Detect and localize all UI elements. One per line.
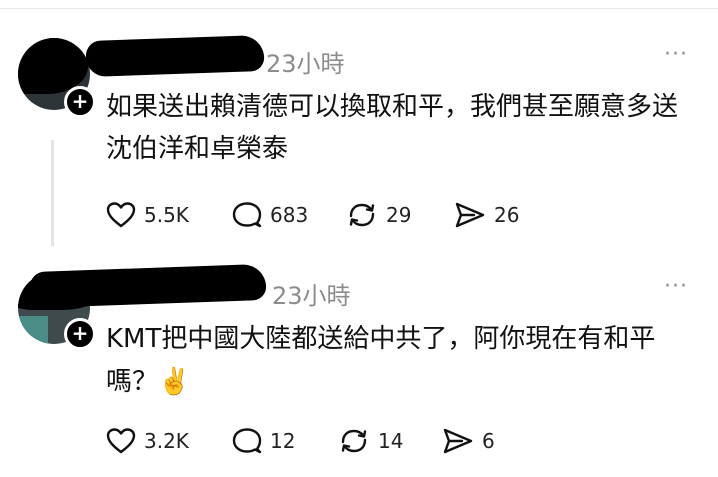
post-body-line: 嗎？✌️	[106, 367, 191, 397]
share-count: 26	[494, 203, 520, 227]
post-body-line: KMT把中國大陸都送給中共了，阿你現在有和平	[106, 324, 656, 354]
post-actions: 3.2K 12 14 6	[106, 426, 546, 456]
more-options-icon[interactable]: ···	[664, 274, 688, 299]
repost-button[interactable]: 29	[346, 200, 411, 230]
post-body-line: 沈伯洋和卓榮泰	[106, 134, 289, 164]
reply-button[interactable]: 683	[232, 200, 308, 230]
reply-count: 12	[270, 429, 296, 453]
reply-button[interactable]: 12	[232, 426, 295, 456]
heart-icon	[106, 202, 136, 228]
post-actions: 5.5K 683 29 26	[106, 200, 546, 230]
repost-button[interactable]: 14	[338, 426, 403, 456]
repost-count: 14	[378, 429, 404, 453]
reply-count: 683	[270, 203, 309, 227]
post-timestamp: 23小時	[272, 282, 351, 310]
comment-bubble-icon	[232, 428, 262, 454]
repost-count: 29	[386, 203, 412, 227]
follow-plus-icon[interactable]: +	[64, 86, 96, 118]
like-button[interactable]: 5.5K	[106, 200, 189, 230]
comment-bubble-icon	[232, 202, 262, 228]
post-body-line: 如果送出賴清德可以換取和平，我們甚至願意多送	[106, 92, 679, 122]
repost-arrows-icon	[349, 203, 375, 227]
send-icon	[455, 202, 485, 228]
share-button[interactable]: 6	[442, 426, 495, 456]
username-redacted[interactable]	[85, 34, 265, 78]
like-count: 3.2K	[144, 429, 189, 453]
like-button[interactable]: 3.2K	[106, 426, 189, 456]
more-options-icon[interactable]: ···	[664, 42, 688, 67]
send-icon	[443, 428, 473, 454]
post-timestamp: 23小時	[266, 50, 345, 78]
share-button[interactable]: 26	[454, 200, 519, 230]
username-redacted[interactable]	[29, 263, 267, 309]
heart-icon	[106, 428, 136, 454]
follow-plus-icon[interactable]: +	[64, 318, 96, 350]
repost-arrows-icon	[341, 429, 367, 453]
share-count: 6	[482, 429, 495, 453]
top-divider	[0, 0, 718, 9]
like-count: 5.5K	[144, 203, 189, 227]
thread-line	[51, 140, 54, 246]
